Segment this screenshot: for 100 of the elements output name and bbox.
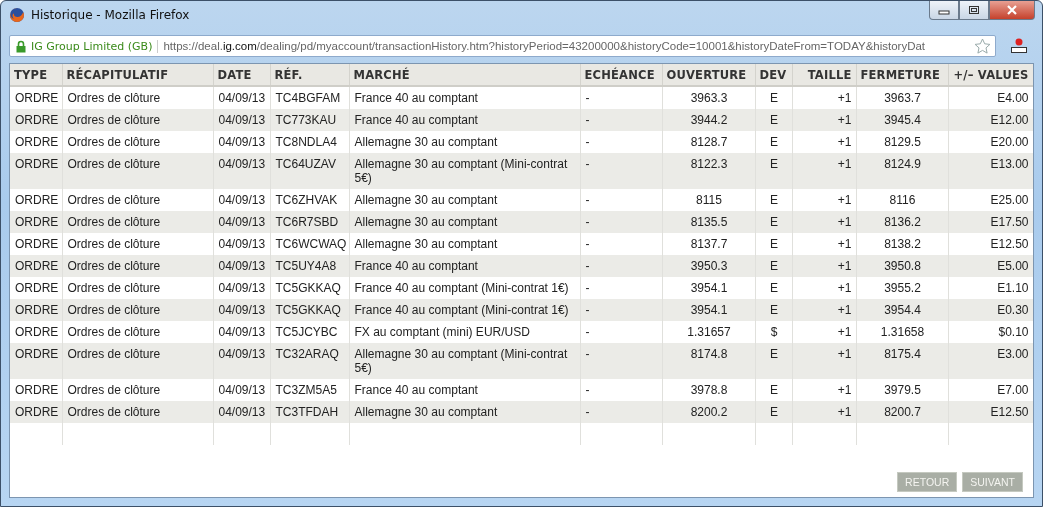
table-cell: Allemagne 30 au comptant [349, 211, 580, 233]
table-cell: Ordres de clôture [62, 153, 213, 189]
table-cell: 8122.3 [662, 153, 755, 189]
firefox-logo-icon [9, 7, 25, 23]
site-identity: IG Group Limited (GB) [31, 39, 159, 53]
column-header: ECHÉANCE [580, 64, 662, 86]
table-cell: +1 [792, 255, 856, 277]
table-cell: +1 [792, 211, 856, 233]
table-cell: - [580, 211, 662, 233]
column-header: DATE [213, 64, 270, 86]
table-cell: 8200.2 [662, 401, 755, 423]
column-header: OUVERTURE [662, 64, 755, 86]
table-cell: Allemagne 30 au comptant (Mini-contrat 5€) [349, 153, 580, 189]
table-cell: ORDRE [10, 109, 62, 131]
table-cell: ORDRE [10, 153, 62, 189]
table-cell: Ordres de clôture [62, 109, 213, 131]
table-cell: TC64UZAV [270, 153, 349, 189]
pager-button[interactable]: RETOUR [897, 472, 958, 492]
table-cell: - [580, 255, 662, 277]
table-cell: E [755, 109, 792, 131]
url-text: https://deal.ig.com/dealing/pd/myaccount/transactionHistory.htm?historyPeriod=43200000&historyCode=10001&historyDateFrom=TODAY&historyDat [162, 40, 927, 52]
table-cell: 8124.9 [856, 153, 948, 189]
table-cell: E [755, 401, 792, 423]
table-cell: +1 [792, 153, 856, 189]
pager-button[interactable]: SUIVANT [962, 472, 1023, 492]
column-header: TAILLE [792, 64, 856, 86]
table-cell: 04/09/13 [213, 299, 270, 321]
table-cell: +1 [792, 299, 856, 321]
table-cell: ORDRE [10, 299, 62, 321]
table-cell: - [580, 299, 662, 321]
table-cell: TC5UY4A8 [270, 255, 349, 277]
column-header: DEV [755, 64, 792, 86]
table-cell: TC773KAU [270, 109, 349, 131]
table-cell: 8174.8 [662, 343, 755, 379]
table-cell: E13.00 [948, 153, 1033, 189]
table-cell: +1 [792, 401, 856, 423]
table-cell: Ordres de clôture [62, 299, 213, 321]
table-cell: E [755, 255, 792, 277]
table-cell: Ordres de clôture [62, 255, 213, 277]
table-cell: TC6R7SBD [270, 211, 349, 233]
column-header: FERMETURE [856, 64, 948, 86]
table-cell: 04/09/13 [213, 255, 270, 277]
table-cell: E17.50 [948, 211, 1033, 233]
table-cell: ORDRE [10, 401, 62, 423]
table-cell: Allemagne 30 au comptant (Mini-contrat 5€) [349, 343, 580, 379]
table-cell: France 40 au comptant [349, 255, 580, 277]
column-header: TYPE [10, 64, 62, 86]
close-icon [1006, 5, 1018, 15]
table-cell: E [755, 299, 792, 321]
table-cell: - [580, 153, 662, 189]
window-title: Historique - Mozilla Firefox [31, 8, 190, 22]
table-cell: 3954.1 [662, 299, 755, 321]
table-cell: 3944.2 [662, 109, 755, 131]
table-cell: E [755, 211, 792, 233]
table-cell: 3950.8 [856, 255, 948, 277]
table-cell: 04/09/13 [213, 343, 270, 379]
table-cell: 3954.4 [856, 299, 948, 321]
star-icon[interactable] [974, 37, 991, 55]
table-cell: E12.00 [948, 109, 1033, 131]
table-cell: Ordres de clôture [62, 401, 213, 423]
table-cell: Ordres de clôture [62, 343, 213, 379]
table-cell: ORDRE [10, 211, 62, 233]
table-cell: Ordres de clôture [62, 211, 213, 233]
download-icon[interactable] [1010, 38, 1028, 54]
table-cell: TC32ARAQ [270, 343, 349, 379]
table-cell: - [580, 401, 662, 423]
table-cell: E0.30 [948, 299, 1033, 321]
table-cell: - [580, 343, 662, 379]
table-cell: France 40 au comptant [349, 109, 580, 131]
table-cell: 04/09/13 [213, 401, 270, 423]
table-cell: 8135.5 [662, 211, 755, 233]
address-bar[interactable]: IG Group Limited (GB) https://deal.ig.com/dealing/pd/myaccount/transactionHistory.htm?historyPeriod=43200000&historyCode=10001&historyDateFrom=TODAY&historyDat [9, 35, 996, 57]
table-cell: 8200.7 [856, 401, 948, 423]
table-cell: Allemagne 30 au comptant [349, 401, 580, 423]
maximize-button[interactable] [959, 1, 989, 20]
table-cell: ORDRE [10, 255, 62, 277]
table-cell: 04/09/13 [213, 109, 270, 131]
table-cell: 8175.4 [856, 343, 948, 379]
table-cell: ORDRE [10, 343, 62, 379]
table-cell: E12.50 [948, 401, 1033, 423]
close-button[interactable] [989, 1, 1035, 20]
table-cell: - [580, 109, 662, 131]
padlock-icon [16, 39, 26, 53]
table-cell: France 40 au comptant (Mini-contrat 1€) [349, 299, 580, 321]
table-cell: 3945.4 [856, 109, 948, 131]
table-cell: E3.00 [948, 343, 1033, 379]
table-cell: E5.00 [948, 255, 1033, 277]
table-cell: TC5GKKAQ [270, 299, 349, 321]
column-header: RÉCAPITULATIF [62, 64, 213, 86]
table-cell: 3950.3 [662, 255, 755, 277]
minimize-button[interactable] [929, 1, 959, 20]
table-cell: +1 [792, 109, 856, 131]
maximize-icon [968, 5, 980, 15]
column-header: MARCHÉ [349, 64, 580, 86]
table-cell: 8136.2 [856, 211, 948, 233]
table-cell: +1 [792, 343, 856, 379]
table-cell: E [755, 153, 792, 189]
table-cell: E [755, 343, 792, 379]
column-header: RÉF. [270, 64, 349, 86]
table-cell: 04/09/13 [213, 211, 270, 233]
